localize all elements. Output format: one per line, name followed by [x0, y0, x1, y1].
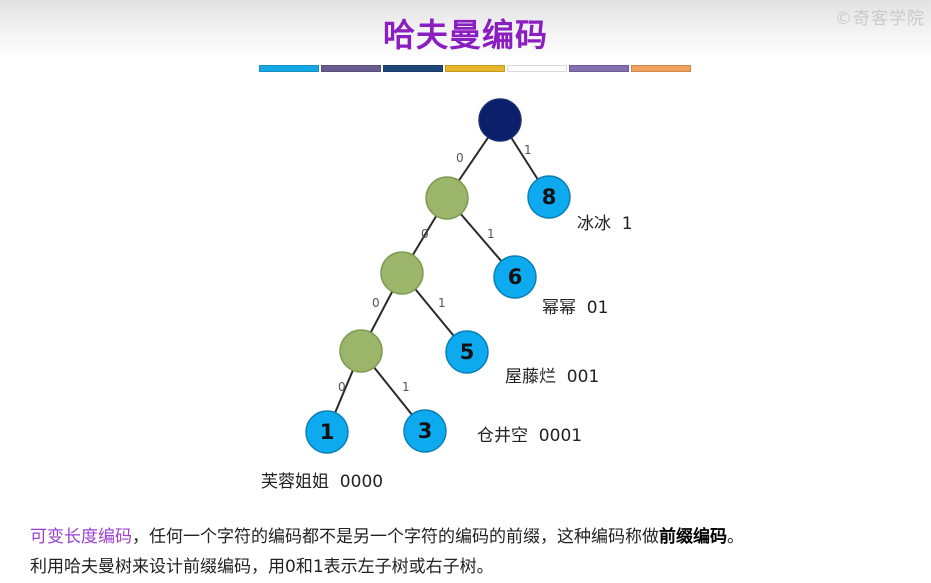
edge-label-0: 0 — [421, 227, 429, 241]
leaf-code-label: 仓井空 0001 — [477, 426, 582, 446]
caption-line-1: 可变长度编码，任何一个字符的编码都不是另一个字符的编码的前缀，这种编码称做前缀编… — [30, 522, 925, 552]
leaf-weight: 8 — [542, 185, 557, 209]
edge-label-1: 1 — [438, 296, 446, 310]
edge-label-0: 0 — [372, 296, 380, 310]
internal-node — [380, 251, 424, 295]
leaf-weight: 1 — [320, 420, 335, 444]
caption-body: ，任何一个字符的编码都不是另一个字符的编码的前缀，这种编码称做 — [132, 527, 659, 547]
caption-bold-term: 前缀编码 — [659, 527, 727, 547]
leaf-code-label: 屋藤烂 001 — [505, 367, 599, 387]
leaf-code-label: 冰冰 1 — [577, 214, 633, 234]
edge-label-0: 0 — [456, 151, 464, 165]
caption-line-2: 利用哈夫曼树来设计前缀编码，用0和1表示左子树或右子树。 — [30, 557, 494, 577]
leaf-weight: 5 — [460, 340, 475, 364]
huffman-tree-diagram: 0 1 0 1 0 1 0 1 8 6 5 1 3 冰冰 1 幂幂 01 屋藤烂… — [261, 98, 633, 492]
leaf-weight: 3 — [418, 419, 433, 443]
edge-label-1: 1 — [487, 227, 495, 241]
leaf-code-label: 芙蓉姐姐 0000 — [261, 472, 383, 492]
internal-node — [425, 176, 469, 220]
leaf-code-label: 幂幂 01 — [542, 298, 608, 318]
leaf-weight: 6 — [508, 265, 523, 289]
caption-end: 。 — [727, 527, 744, 547]
root-node — [478, 98, 522, 142]
edge-label-1: 1 — [524, 143, 532, 157]
internal-node — [339, 329, 383, 373]
caption-text: 可变长度编码，任何一个字符的编码都不是另一个字符的编码的前缀，这种编码称做前缀编… — [30, 522, 925, 582]
edge-label-0: 0 — [338, 380, 346, 394]
edge-label-1: 1 — [402, 380, 410, 394]
caption-highlight: 可变长度编码 — [30, 527, 132, 547]
